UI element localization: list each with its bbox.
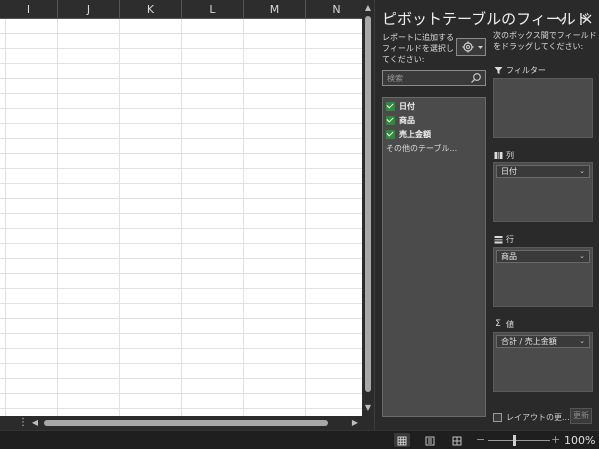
pane-options-button[interactable]	[554, 11, 568, 25]
field-label: 売上金額	[399, 129, 431, 139]
values-zone-header: Σ 値	[493, 318, 514, 330]
cell-grid[interactable]	[0, 19, 362, 416]
tools-button[interactable]	[456, 38, 486, 56]
field-label: 日付	[399, 101, 415, 111]
column-headers: I J K L M N	[0, 0, 362, 19]
status-bar: − + 100%	[0, 430, 599, 449]
search-input[interactable]	[387, 72, 467, 84]
rows-zone-header: 行	[493, 233, 514, 245]
defer-layout-update[interactable]: レイアウトの更...	[493, 412, 570, 423]
chevron-down-icon[interactable]: ⌄	[579, 251, 585, 262]
zoom-slider-track[interactable]	[488, 440, 550, 441]
defer-update-checkbox[interactable]	[493, 413, 502, 422]
filters-zone-label: フィルター	[506, 65, 546, 75]
chevron-down-icon[interactable]: ⌄	[579, 336, 585, 347]
zoom-slider-thumb[interactable]	[513, 435, 516, 446]
columns-zone-header: 列	[493, 149, 514, 161]
page-break-view-button[interactable]	[449, 433, 465, 447]
normal-view-button[interactable]	[394, 433, 410, 447]
update-button[interactable]: 更新	[570, 408, 592, 424]
scroll-up-arrow-icon[interactable]: ▲	[362, 2, 374, 14]
excel-window: I J K L M N ▲ ▼ ⋮ ◀ ▶ − + 100% ピボットテーブルの…	[0, 0, 599, 449]
field-list: 日付 商品 売上金額 その他のテーブル...	[382, 97, 486, 417]
filter-icon	[493, 65, 503, 75]
chip-label: 日付	[501, 167, 517, 176]
column-header-l[interactable]: L	[182, 0, 244, 19]
choose-fields-hint: レポートに追加するフィールドを選択してください:	[382, 33, 454, 64]
horizontal-scroll-thumb[interactable]	[44, 420, 328, 426]
field-checkbox-sales[interactable]	[386, 129, 395, 139]
page-layout-icon	[425, 436, 435, 446]
column-header-j[interactable]: J	[58, 0, 120, 19]
vertical-scrollbar[interactable]: ▲ ▼	[362, 0, 374, 416]
field-item-product[interactable]: 商品	[386, 114, 415, 126]
columns-drop-zone[interactable]: 日付 ⌄	[493, 162, 593, 222]
vertical-scroll-thumb[interactable]	[365, 16, 371, 392]
pivot-fields-pane: ピボットテーブルのフィールド レポートに追加するフィールドを選択してください:	[374, 0, 599, 430]
field-checkbox-date[interactable]	[386, 101, 395, 111]
normal-view-icon	[397, 436, 407, 446]
field-item-date[interactable]: 日付	[386, 100, 415, 112]
zoom-in-button[interactable]: +	[551, 432, 560, 448]
field-search[interactable]	[382, 70, 486, 86]
page-break-icon	[452, 436, 462, 446]
sigma-icon: Σ	[495, 319, 501, 329]
chip-label: 合計 / 売上金額	[501, 337, 557, 346]
defer-update-label: レイアウトの更...	[506, 413, 570, 422]
worksheet[interactable]: I J K L M N	[0, 0, 362, 416]
column-field-chip[interactable]: 日付 ⌄	[496, 165, 590, 178]
pane-close-button[interactable]	[580, 11, 594, 25]
values-zone-label: 値	[506, 319, 514, 329]
column-header-n[interactable]: N	[306, 0, 362, 19]
column-header-m[interactable]: M	[244, 0, 306, 19]
columns-zone-label: 列	[506, 150, 514, 160]
drag-fields-hint: 次のボックス間でフィールドをドラッグしてください:	[493, 31, 597, 51]
close-icon	[582, 14, 592, 24]
scroll-down-arrow-icon[interactable]: ▼	[362, 402, 374, 414]
scroll-right-arrow-icon[interactable]: ▶	[350, 416, 360, 430]
row-field-chip[interactable]: 商品 ⌄	[496, 250, 590, 263]
filters-drop-zone[interactable]	[493, 78, 593, 138]
value-field-chip[interactable]: 合計 / 売上金額 ⌄	[496, 335, 590, 348]
split-handle-icon[interactable]: ⋮	[18, 416, 28, 430]
chevron-down-icon	[556, 16, 566, 22]
column-header-i[interactable]: I	[0, 0, 58, 19]
rows-zone-label: 行	[506, 234, 514, 244]
filters-zone-header: フィルター	[493, 64, 546, 76]
horizontal-scrollbar[interactable]: ⋮ ◀ ▶	[0, 416, 374, 430]
field-item-sales[interactable]: 売上金額	[386, 128, 431, 140]
chip-label: 商品	[501, 252, 517, 261]
gear-icon	[462, 41, 483, 53]
search-icon[interactable]	[470, 72, 482, 84]
field-label: 商品	[399, 115, 415, 125]
field-checkbox-product[interactable]	[386, 115, 395, 125]
scroll-left-arrow-icon[interactable]: ◀	[30, 416, 40, 430]
values-drop-zone[interactable]: 合計 / 売上金額 ⌄	[493, 332, 593, 392]
zoom-out-button[interactable]: −	[476, 432, 485, 448]
chevron-down-icon[interactable]: ⌄	[579, 166, 585, 177]
column-header-k[interactable]: K	[120, 0, 182, 19]
zoom-level[interactable]: 100%	[564, 433, 595, 449]
rows-drop-zone[interactable]: 商品 ⌄	[493, 247, 593, 307]
more-tables-link[interactable]: その他のテーブル...	[386, 143, 457, 154]
columns-icon	[493, 150, 503, 160]
rows-icon	[493, 234, 503, 244]
page-layout-view-button[interactable]	[422, 433, 438, 447]
